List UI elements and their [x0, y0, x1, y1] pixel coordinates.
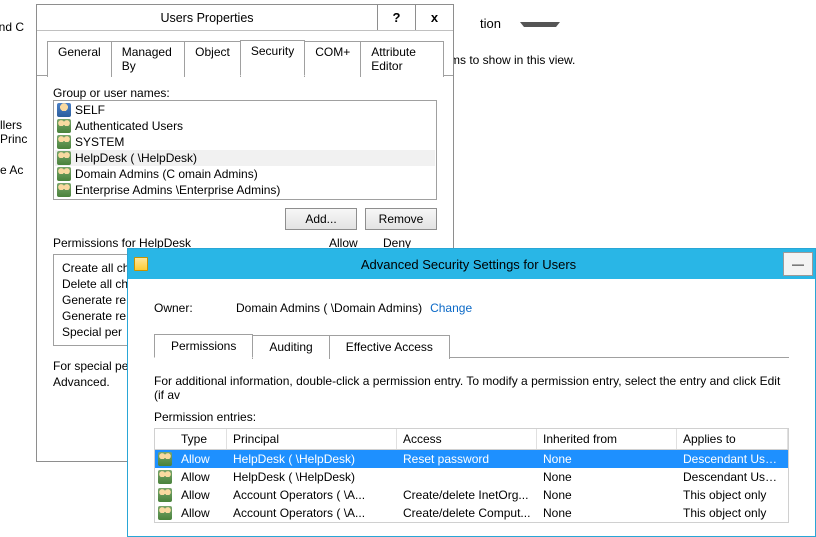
close-button[interactable]: x	[415, 5, 453, 30]
group-icon	[57, 135, 71, 149]
group-icon	[155, 469, 175, 485]
minimize-button[interactable]: —	[783, 252, 813, 276]
group-icon	[57, 151, 71, 165]
permission-entries-label: Permission entries:	[154, 410, 789, 424]
cell-access: Create/delete InetOrg...	[397, 487, 537, 503]
dialog-tabstrip: GeneralManaged ByObjectSecurityCOM+Attri…	[37, 31, 453, 76]
cell-applies: This object only	[677, 487, 788, 503]
cell-access	[397, 476, 537, 478]
dialog-tab-attribute-editor[interactable]: Attribute Editor	[360, 41, 444, 77]
cell-access: Create/delete Comput...	[397, 505, 537, 521]
owner-label: Owner:	[154, 301, 228, 315]
background-cut-text: e Ac	[0, 163, 23, 177]
advanced-security-window: Advanced Security Settings for Users — O…	[127, 248, 816, 537]
group-icon	[57, 183, 71, 197]
dialog-title: Users Properties	[37, 5, 377, 30]
group-user-listbox[interactable]: SELF Authenticated Users SYSTEM HelpDesk ( …	[53, 100, 437, 200]
principal-name: SYSTEM	[75, 135, 124, 149]
col-type-header[interactable]: Type	[175, 429, 227, 449]
help-button[interactable]: ?	[377, 5, 415, 30]
group-icon	[158, 488, 172, 502]
cell-applies: Descendant User objects	[677, 451, 788, 467]
principal-list-item[interactable]: Domain Admins (C omain Admins)	[55, 166, 435, 182]
cell-inherited: None	[537, 487, 677, 503]
group-icon	[57, 167, 71, 181]
dialog-tab-managed-by[interactable]: Managed By	[111, 41, 185, 77]
adv-tabstrip: PermissionsAuditingEffective Access	[154, 333, 789, 358]
adv-title: Advanced Security Settings for Users	[154, 257, 783, 272]
permission-entry-row[interactable]: AllowHelpDesk ( \HelpDesk)Reset password…	[155, 450, 788, 468]
cell-inherited: None	[537, 505, 677, 521]
dialog-tab-com-[interactable]: COM+	[304, 41, 361, 77]
group-icon	[155, 505, 175, 521]
user-icon	[57, 103, 71, 117]
group-icon	[158, 452, 172, 466]
group-icon	[57, 119, 71, 133]
cell-principal: HelpDesk ( \HelpDesk)	[227, 469, 397, 485]
adv-tab-auditing[interactable]: Auditing	[252, 335, 329, 359]
col-applies-header[interactable]: Applies to	[677, 429, 788, 449]
background-dropdown-remnant: tion	[480, 16, 560, 31]
principal-name: Enterprise Admins \Enterprise Admins)	[75, 183, 280, 197]
adv-tab-permissions[interactable]: Permissions	[154, 334, 253, 358]
add-button[interactable]: Add...	[285, 208, 357, 230]
col-access-header[interactable]: Access	[397, 429, 537, 449]
cell-type: Allow	[175, 505, 227, 521]
group-icon	[155, 451, 175, 467]
permission-entry-row[interactable]: AllowAccount Operators ( \A...Create/del…	[155, 504, 788, 522]
col-principal-header[interactable]: Principal	[227, 429, 397, 449]
principal-name: HelpDesk ( \HelpDesk)	[75, 151, 197, 165]
folder-icon	[134, 257, 148, 271]
dialog-tab-object[interactable]: Object	[184, 41, 241, 77]
background-cut-text: llers	[0, 118, 22, 132]
cell-applies: Descendant User objects	[677, 469, 788, 485]
dialog-titlebar[interactable]: Users Properties ? x	[37, 5, 453, 31]
dialog-tab-general[interactable]: General	[47, 41, 112, 77]
permission-entry-row[interactable]: AllowHelpDesk ( \HelpDesk) NoneDescendant…	[155, 468, 788, 486]
cell-type: Allow	[175, 451, 227, 467]
cell-inherited: None	[537, 469, 677, 485]
principal-name: SELF	[75, 103, 105, 117]
cell-type: Allow	[175, 487, 227, 503]
permission-entry-row[interactable]: AllowAccount Operators ( \A...Create/del…	[155, 486, 788, 504]
group-icon	[158, 506, 172, 520]
change-owner-link[interactable]: Change	[430, 301, 472, 315]
adv-titlebar[interactable]: Advanced Security Settings for Users —	[128, 249, 815, 279]
principal-list-item[interactable]: Enterprise Admins \Enterprise Admins)	[55, 182, 435, 198]
cell-principal: HelpDesk ( \HelpDesk)	[227, 451, 397, 467]
group-icon	[158, 470, 172, 484]
owner-value: Domain Admins ( \Domain Admins)	[236, 301, 422, 315]
principal-list-item[interactable]: HelpDesk ( \HelpDesk)	[55, 150, 435, 166]
cell-inherited: None	[537, 451, 677, 467]
remove-button[interactable]: Remove	[365, 208, 437, 230]
adv-tab-effective-access[interactable]: Effective Access	[329, 335, 450, 359]
cell-access: Reset password	[397, 451, 537, 467]
cell-principal: Account Operators ( \A...	[227, 487, 397, 503]
cell-principal: Account Operators ( \A...	[227, 505, 397, 521]
principal-list-item[interactable]: SELF	[55, 102, 435, 118]
principal-list-item[interactable]: Authenticated Users	[55, 118, 435, 134]
background-text: and C	[0, 20, 24, 34]
principal-name: Domain Admins (C omain Admins)	[75, 167, 258, 181]
cell-type: Allow	[175, 469, 227, 485]
chevron-down-icon	[520, 22, 560, 27]
cell-applies: This object only	[677, 505, 788, 521]
dialog-tab-security[interactable]: Security	[240, 40, 305, 76]
col-inherited-header[interactable]: Inherited from	[537, 429, 677, 449]
background-cut-text: Princ	[0, 132, 27, 146]
principal-name: Authenticated Users	[75, 119, 183, 133]
principal-list-item[interactable]: SYSTEM	[55, 134, 435, 150]
permissions-grid[interactable]: Type Principal Access Inherited from App…	[154, 428, 789, 523]
group-icon	[155, 487, 175, 503]
grid-header[interactable]: Type Principal Access Inherited from App…	[155, 429, 788, 450]
background-empty-view-text: ms to show in this view.	[450, 53, 575, 67]
group-names-label: Group or user names:	[53, 86, 437, 100]
adv-help-text: For additional information, double-click…	[154, 374, 789, 402]
